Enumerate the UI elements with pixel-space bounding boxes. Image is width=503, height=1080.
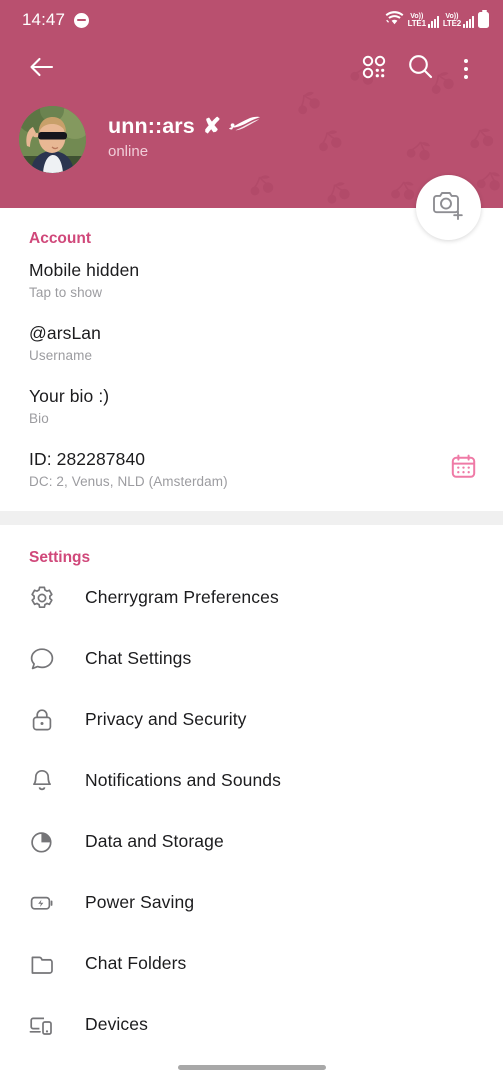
sim2-volte-label: Vo)) LTE2: [442, 12, 461, 28]
sidebar-item-label: Cherrygram Preferences: [85, 587, 279, 607]
sim1-volte-label: Vo)) LTE1: [407, 12, 426, 28]
bell-icon: [29, 768, 59, 794]
account-row-bio[interactable]: Your bio :) Bio: [0, 374, 503, 437]
sim2-signal-indicator: Vo)) LTE2: [443, 13, 474, 28]
sidebar-item-label: Chat Settings: [85, 648, 192, 668]
account-row-label: Bio: [29, 411, 49, 426]
settings-screen: 14:47 Vo)) LTE1 Vo)) LTE2 unn::ars ✘ onl…: [0, 0, 503, 1080]
battery-bolt-icon: [29, 890, 59, 916]
profile-status: online: [108, 143, 149, 160]
search-button[interactable]: [397, 46, 443, 92]
x-badge-icon: ✘: [202, 114, 221, 138]
sidebar-item-privacy-and-security[interactable]: Privacy and Security: [0, 689, 503, 750]
sidebar-item-notifications-and-sounds[interactable]: Notifications and Sounds: [0, 750, 503, 811]
status-bar-right: Vo)) LTE1 Vo)) LTE2: [385, 9, 489, 30]
status-bar-left: 14:47: [22, 10, 90, 30]
status-bar: 14:47 Vo)) LTE1 Vo)) LTE2: [0, 0, 503, 40]
lock-icon: [29, 707, 59, 733]
sidebar-item-label: Notifications and Sounds: [85, 770, 281, 790]
sidebar-item-power-saving[interactable]: Power Saving: [0, 872, 503, 933]
battery-icon: [478, 9, 489, 28]
qr-code-button[interactable]: [351, 46, 397, 92]
chat-bubble-icon: [29, 646, 59, 672]
folder-icon: [29, 951, 59, 977]
section-divider: [0, 511, 503, 525]
status-bar-clock: 14:47: [22, 10, 66, 29]
pie-chart-icon: [29, 829, 59, 855]
profile-name-row: unn::ars ✘: [108, 114, 261, 139]
account-row-label: DC: 2, Venus, NLD (Amsterdam): [29, 474, 228, 489]
do-not-disturb-icon: [74, 12, 90, 28]
account-section: Account Mobile hidden Tap to show @arsLa…: [0, 208, 503, 525]
sidebar-item-cherrygram-preferences[interactable]: Cherrygram Preferences: [0, 567, 503, 628]
gear-icon: [29, 585, 59, 611]
gesture-navigation-bar[interactable]: [177, 1065, 326, 1070]
profile-text-block: unn::ars ✘ online: [108, 106, 261, 160]
settings-section-title: Settings: [29, 549, 91, 566]
sidebar-item-devices[interactable]: Devices: [0, 994, 503, 1055]
account-row-label: Tap to show: [29, 285, 103, 300]
sidebar-item-label: Privacy and Security: [85, 709, 247, 729]
sidebar-item-label: Chat Folders: [85, 953, 187, 973]
account-row-value: @arsLan: [29, 323, 101, 343]
header-toolbar: [0, 40, 503, 98]
camera-add-icon: [432, 190, 465, 225]
overflow-menu-button[interactable]: [443, 46, 489, 92]
more-vertical-icon: [463, 59, 469, 79]
sidebar-item-label: Devices: [85, 1014, 148, 1034]
account-row-phone[interactable]: Mobile hidden Tap to show: [0, 248, 503, 311]
sim1-bars-icon: [427, 15, 439, 28]
sim2-bars-icon: [463, 15, 474, 28]
account-row-label: Username: [29, 348, 93, 363]
calendar-icon: [450, 454, 477, 484]
account-row-value: Your bio :): [29, 386, 110, 406]
sim1-signal-indicator: Vo)) LTE1: [408, 13, 439, 28]
settings-content: Account Mobile hidden Tap to show @arsLa…: [0, 208, 503, 1080]
profile-name: unn::ars: [108, 114, 195, 138]
back-arrow-icon: [29, 56, 54, 83]
settings-section: Settings Cherrygram Preferences Chat Set…: [0, 525, 503, 1055]
back-button[interactable]: [18, 46, 64, 92]
sidebar-item-label: Power Saving: [85, 892, 195, 912]
account-row-username[interactable]: @arsLan Username: [0, 311, 503, 374]
sidebar-item-chat-folders[interactable]: Chat Folders: [0, 933, 503, 994]
wifi-icon: [385, 10, 404, 30]
qr-code-icon: [361, 54, 387, 85]
profile-avatar[interactable]: [19, 106, 86, 173]
registration-date-button[interactable]: [450, 453, 477, 485]
sidebar-item-data-and-storage[interactable]: Data and Storage: [0, 811, 503, 872]
devices-icon: [29, 1012, 59, 1038]
account-row-value: Mobile hidden: [29, 260, 140, 280]
account-row-value: ID: 282287840: [29, 449, 146, 469]
sidebar-item-chat-settings[interactable]: Chat Settings: [0, 628, 503, 689]
account-row-id[interactable]: ID: 282287840 DC: 2, Venus, NLD (Amsterd…: [0, 437, 503, 500]
search-icon: [407, 53, 434, 85]
sidebar-item-label: Data and Storage: [85, 831, 224, 851]
rog-logo-icon: [228, 114, 261, 139]
change-photo-button[interactable]: [416, 175, 481, 240]
profile-summary[interactable]: unn::ars ✘ online: [0, 98, 503, 173]
